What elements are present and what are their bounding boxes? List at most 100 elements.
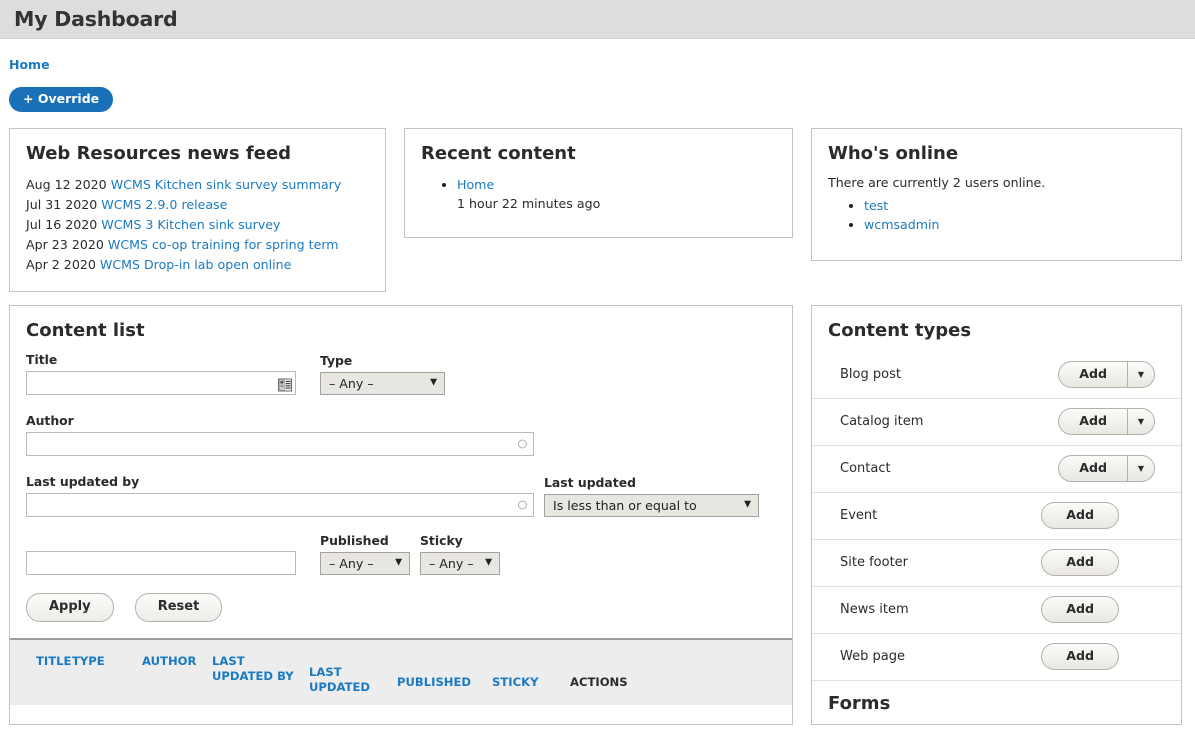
published-select[interactable]: – Any –: [320, 551, 410, 575]
title-field-wrap: [26, 370, 296, 395]
news-item-date: Aug 12 2020: [26, 176, 107, 192]
published-label: Published: [320, 532, 389, 548]
breadcrumb: Home: [0, 39, 1195, 72]
add-button[interactable]: Add: [1041, 549, 1119, 577]
content-type-label: Blog post: [840, 367, 901, 383]
sticky-select[interactable]: – Any –: [420, 551, 500, 575]
news-item-link[interactable]: WCMS Kitchen sink survey summary: [111, 177, 342, 192]
add-button[interactable]: Add: [1058, 361, 1127, 389]
table-header-row: Title Type Author Last updated by Last u…: [10, 639, 792, 706]
column-header-type-link[interactable]: Type: [72, 654, 105, 668]
news-item-link[interactable]: WCMS 2.9.0 release: [101, 197, 227, 212]
column-header-author[interactable]: Author: [142, 639, 212, 706]
column-header-last-updated-by[interactable]: Last updated by: [212, 639, 309, 706]
content-type-row-site-footer: Site footer Add: [812, 540, 1181, 587]
news-feed-list: Aug 12 2020 WCMS Kitchen sink survey sum…: [26, 175, 369, 275]
content-type-label: Contact: [840, 461, 891, 477]
chevron-down-icon: ▼: [1137, 464, 1145, 474]
last-updated-label: Last updated: [544, 474, 636, 490]
column-header-title-link[interactable]: Title: [36, 654, 71, 668]
add-button[interactable]: Add: [1041, 643, 1119, 671]
content-list-title: Content list: [26, 319, 145, 341]
news-item-link[interactable]: WCMS Drop-in lab open online: [100, 257, 292, 272]
whos-online-panel: Who's online There are currently 2 users…: [811, 127, 1182, 261]
add-button-group: Add: [1041, 502, 1119, 530]
column-header-published-link[interactable]: Published: [397, 675, 471, 689]
news-feed-title: Web Resources news feed: [26, 142, 292, 164]
add-button-group: Add ▼: [1058, 455, 1155, 483]
type-field-group: Type – Any – ▼: [320, 353, 445, 395]
actions-bar: + Override: [0, 72, 1195, 112]
column-header-title[interactable]: Title: [10, 639, 72, 706]
sticky-label: Sticky: [420, 532, 463, 548]
content-type-label: Site footer: [840, 555, 909, 571]
news-item-date: Apr 23 2020: [26, 236, 104, 252]
add-button-group: Add ▼: [1058, 408, 1155, 436]
column-header-author-link[interactable]: Author: [142, 654, 196, 668]
add-dropdown-toggle[interactable]: ▼: [1127, 455, 1155, 483]
title-input[interactable]: [26, 370, 296, 395]
last-updated-by-input[interactable]: [26, 492, 534, 517]
reset-button[interactable]: Reset: [134, 592, 223, 623]
content-types-panel: Content types Blog post Add ▼ Catalog it…: [811, 304, 1182, 725]
apply-button[interactable]: Apply: [26, 592, 114, 623]
recent-content-list: Home 1 hour 22 minutes ago: [421, 175, 776, 213]
recent-content-link[interactable]: Home: [457, 177, 494, 192]
column-header-last-updated-by-link[interactable]: Last updated by: [212, 654, 294, 683]
column-header-published[interactable]: Published: [397, 639, 492, 706]
news-item-date: Apr 2 2020: [26, 256, 96, 272]
forms-title: Forms: [828, 692, 891, 714]
news-item-link[interactable]: WCMS 3 Kitchen sink survey: [101, 217, 280, 232]
last-updated-operator-select[interactable]: Is less than or equal to: [544, 493, 759, 517]
add-dropdown-toggle[interactable]: ▼: [1127, 408, 1155, 436]
last-updated-by-field-wrap: [26, 492, 534, 517]
add-button[interactable]: Add: [1058, 408, 1127, 436]
web-resources-news-feed-panel: Web Resources news feed Aug 12 2020 WCMS…: [9, 127, 386, 292]
whos-online-title: Who's online: [828, 142, 959, 164]
content-type-row-news-item: News item Add: [812, 587, 1181, 634]
dashboard-bottom-row: Content list Title Type – Any – ▼ Author…: [0, 292, 1195, 725]
online-user-link[interactable]: test: [864, 198, 888, 213]
online-user-link[interactable]: wcmsadmin: [864, 217, 940, 232]
news-item-link[interactable]: WCMS co-op training for spring term: [108, 237, 339, 252]
list-item: wcmsadmin: [864, 215, 1165, 234]
recent-content-time: 1 hour 22 minutes ago: [457, 195, 601, 211]
filter-row-published-sticky: Published – Any – ▼ Sticky – Any – ▼: [26, 533, 776, 575]
whos-online-user-list: test wcmsadmin: [828, 196, 1165, 234]
recent-content-title: Recent content: [421, 142, 576, 164]
list-item: test: [864, 196, 1165, 215]
title-field-group: Title: [26, 352, 296, 395]
last-updated-date-input[interactable]: [26, 550, 296, 575]
last-updated-by-field-group: Last updated by: [26, 474, 534, 517]
whos-online-summary: There are currently 2 users online.: [828, 174, 1046, 190]
add-button[interactable]: Add: [1041, 502, 1119, 530]
add-button-group: Add: [1041, 549, 1119, 577]
content-type-row-contact: Contact Add ▼: [812, 446, 1181, 493]
published-select-wrap: – Any – ▼: [320, 551, 410, 575]
filter-row-lastupdated: Last updated by Last updated Is less tha…: [26, 474, 776, 517]
author-input[interactable]: [26, 431, 534, 456]
last-updated-field-group: Last updated Is less than or equal to ▼: [544, 475, 759, 517]
content-type-label: Web page: [840, 649, 905, 665]
content-type-row-event: Event Add: [812, 493, 1181, 540]
override-button[interactable]: + Override: [9, 87, 114, 112]
add-dropdown-toggle[interactable]: ▼: [1127, 361, 1155, 389]
published-field-group: Published – Any – ▼: [320, 533, 410, 575]
column-header-type[interactable]: Type: [72, 639, 142, 706]
type-select[interactable]: – Any –: [320, 371, 445, 395]
author-field-group: Author: [26, 413, 776, 456]
breadcrumb-link-home[interactable]: Home: [9, 57, 50, 72]
column-header-actions: Actions: [570, 639, 792, 706]
add-button[interactable]: Add: [1058, 455, 1127, 483]
page-title: My Dashboard: [14, 7, 178, 31]
column-header-sticky[interactable]: Sticky: [492, 639, 570, 706]
column-header-last-updated[interactable]: Last updated: [309, 639, 397, 706]
filter-row-title-type: Title Type – Any – ▼: [26, 352, 776, 395]
list-item: Home 1 hour 22 minutes ago: [457, 175, 776, 213]
news-feed-item: Jul 31 2020 WCMS 2.9.0 release: [26, 195, 369, 215]
column-header-last-updated-link[interactable]: Last updated: [309, 665, 370, 694]
content-list-table: Title Type Author Last updated by Last u…: [10, 638, 792, 706]
add-button[interactable]: Add: [1041, 596, 1119, 624]
column-header-sticky-link[interactable]: Sticky: [492, 675, 538, 689]
news-item-date: Jul 16 2020: [26, 216, 98, 232]
